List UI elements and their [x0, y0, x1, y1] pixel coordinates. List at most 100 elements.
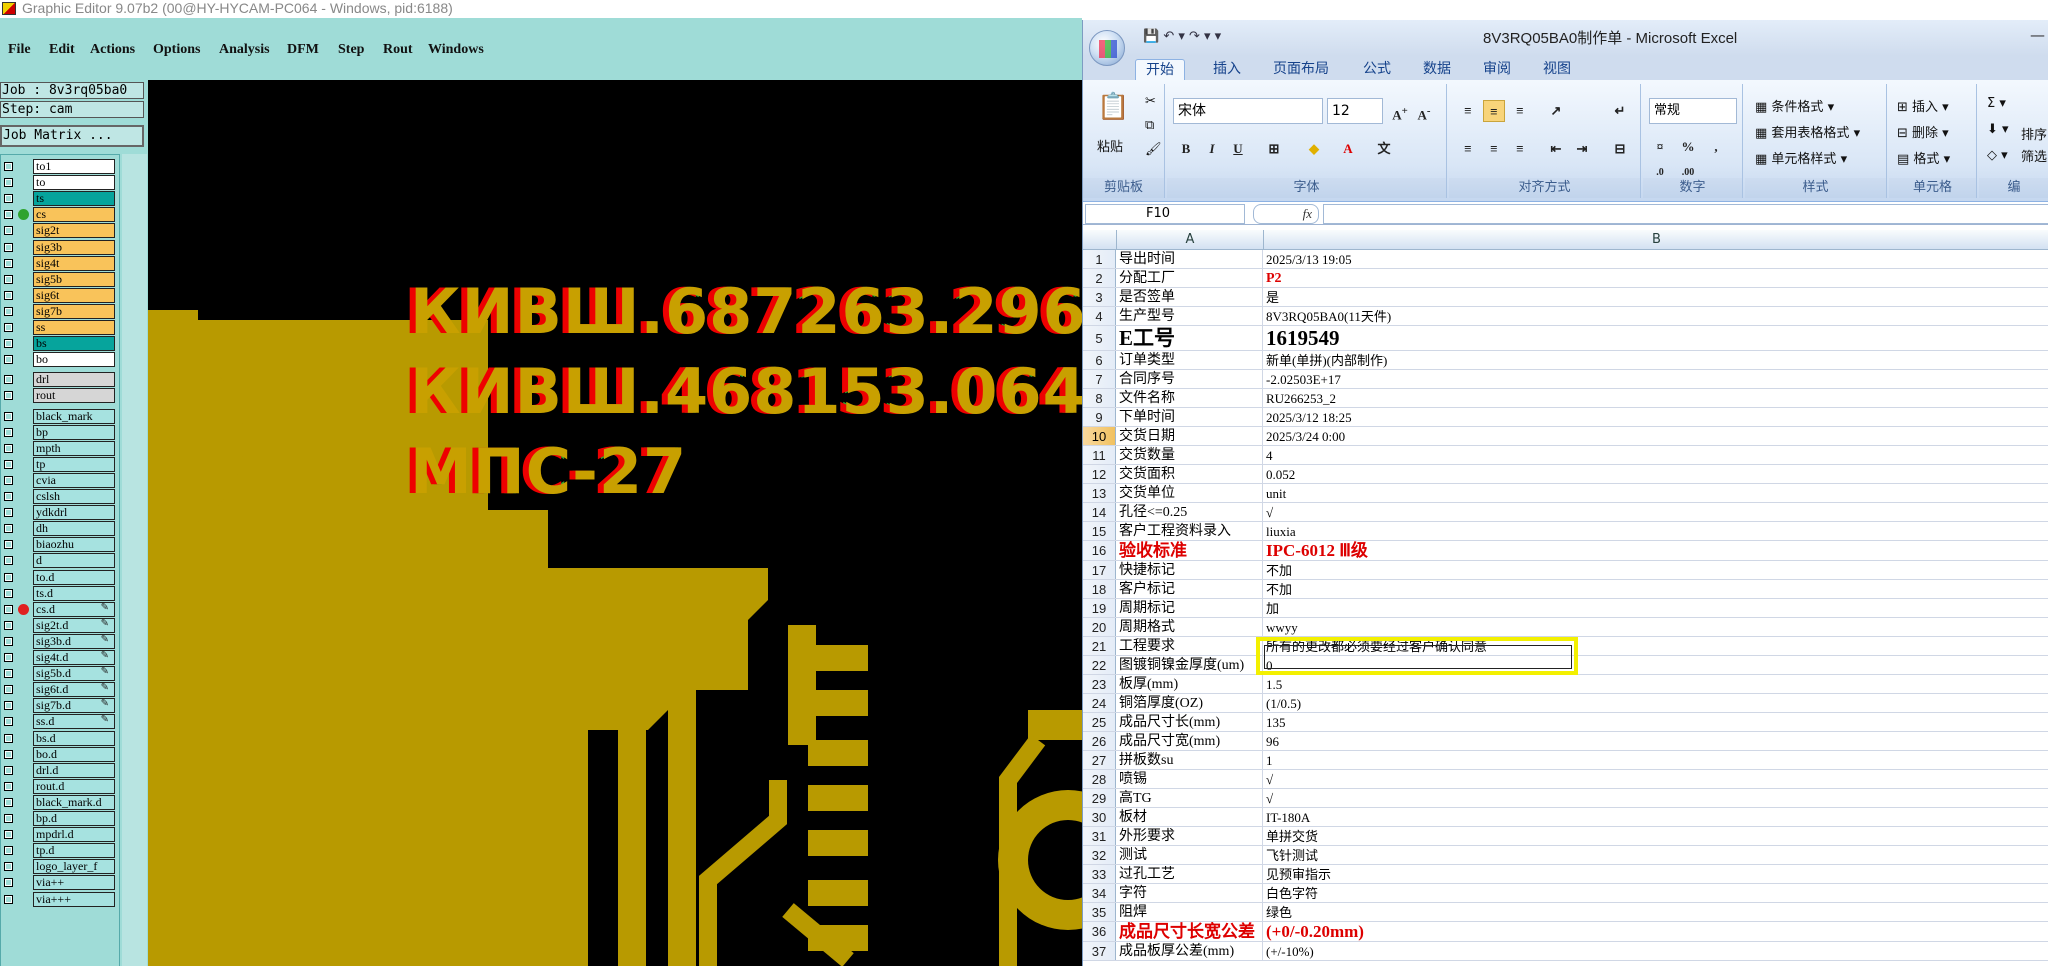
layer-row[interactable]: black_mark [1, 408, 119, 424]
layer-checkbox[interactable] [4, 830, 13, 840]
cell-b[interactable]: 新单(单拼)(内部制作) [1264, 351, 2048, 369]
menu-rout[interactable]: Rout [383, 42, 413, 58]
layer-row[interactable]: bp [1, 424, 119, 440]
cell-a[interactable]: 导出时间 [1117, 250, 1263, 268]
row-header[interactable]: 10 [1083, 427, 1116, 445]
paste-icon[interactable]: 📋 [1097, 92, 1129, 122]
align-left-icon[interactable]: ≡ [1457, 138, 1479, 160]
merge-icon[interactable]: ⊟ [1609, 138, 1631, 160]
comma-icon[interactable]: , [1705, 136, 1727, 158]
cell-a[interactable]: 成品板厚公差(mm) [1117, 942, 1263, 960]
cell-b[interactable]: 2025/3/13 19:05 [1264, 250, 2048, 268]
row-header[interactable]: 19 [1083, 599, 1116, 617]
layer-checkbox[interactable] [4, 524, 13, 534]
layer-name[interactable]: mpth [33, 440, 115, 456]
conditional-format-button[interactable]: ▦ 条件格式 ▾ [1755, 96, 1834, 115]
row-header[interactable]: 33 [1083, 865, 1116, 883]
layer-name[interactable]: rout [33, 388, 115, 404]
cell-a[interactable]: 交货日期 [1117, 427, 1263, 445]
layer-checkbox[interactable] [4, 323, 13, 332]
layer-name[interactable]: dh [33, 521, 115, 537]
cell-a[interactable]: 外形要求 [1117, 827, 1263, 845]
office-button-icon[interactable] [1089, 30, 1125, 66]
fill-icon[interactable]: ⬇ ▾ [1987, 122, 2009, 137]
cell-a[interactable]: 喷锡 [1117, 770, 1263, 788]
number-format-select[interactable]: 常规 [1649, 98, 1737, 124]
layer-name[interactable]: sig2t [33, 223, 115, 239]
layer-name[interactable]: cslsh [33, 489, 115, 504]
layer-checkbox[interactable] [4, 653, 13, 662]
align-right-icon[interactable]: ≡ [1509, 138, 1531, 160]
cell-b[interactable]: IPC-6012 Ⅲ级 [1264, 541, 2048, 560]
sort-button[interactable]: 排序 [2021, 124, 2047, 143]
layer-name[interactable]: bo [33, 352, 115, 368]
layer-row[interactable]: cs.d ✎ [1, 601, 119, 617]
layer-checkbox[interactable] [4, 685, 13, 695]
fill-color-icon[interactable]: ◆ [1303, 138, 1325, 160]
cell-a[interactable]: 生产型号 [1117, 307, 1263, 325]
font-size-select[interactable]: 12 [1327, 98, 1383, 124]
layer-row[interactable]: mpth [1, 440, 119, 456]
tab-home[interactable]: 开始 [1135, 59, 1185, 80]
layer-row[interactable]: sig4t [1, 255, 119, 271]
cell-b[interactable]: 1619549 [1264, 326, 2048, 350]
window-controls-icon[interactable]: — [2030, 26, 2045, 44]
cell-a[interactable]: 客户工程资料录入 [1117, 522, 1263, 540]
layer-checkbox[interactable] [4, 427, 13, 437]
cell-a[interactable]: 合同序号 [1117, 370, 1263, 388]
format-as-table-button[interactable]: ▦ 套用表格格式 ▾ [1755, 122, 1860, 141]
layer-row[interactable]: drl [1, 372, 119, 388]
tab-page-layout[interactable]: 页面布局 [1263, 59, 1339, 80]
layer-name[interactable]: tp [33, 456, 115, 472]
menu-edit[interactable]: Edit [49, 42, 75, 58]
row-header[interactable]: 25 [1083, 713, 1116, 731]
cell-a[interactable]: 阻焊 [1117, 903, 1263, 921]
cell-b[interactable]: liuxia [1264, 522, 2048, 540]
cell-b[interactable]: 2025/3/24 0:00 [1264, 427, 2048, 445]
row-header[interactable]: 13 [1083, 484, 1116, 502]
layer-checkbox[interactable] [4, 588, 13, 598]
cell-a[interactable]: 过孔工艺 [1117, 865, 1263, 883]
layer-checkbox[interactable] [4, 508, 13, 518]
layer-row[interactable]: mpdrl.d [1, 827, 119, 843]
column-header-b[interactable]: B [1264, 230, 2048, 250]
layer-row[interactable]: tp.d [1, 843, 119, 859]
cell-styles-button[interactable]: ▦ 单元格样式 ▾ [1755, 148, 1847, 167]
layer-name[interactable]: via++ [33, 875, 115, 891]
row-header[interactable]: 24 [1083, 694, 1116, 712]
cell-a[interactable]: 图镀铜镍金厚度(um) [1117, 656, 1263, 674]
row-header[interactable]: 2 [1083, 269, 1116, 287]
worksheet-grid[interactable]: A B 1 导出时间 2025/3/13 19:05 2 分配工厂 P2 3 是否签单是 4 生产… [1083, 230, 2048, 966]
layer-name[interactable]: ydkdrl [33, 505, 115, 521]
layer-row[interactable]: sig5b [1, 271, 119, 287]
layer-row[interactable]: ss [1, 320, 119, 335]
cell-b[interactable]: 是 [1264, 288, 2048, 306]
row-header[interactable]: 30 [1083, 808, 1116, 826]
layer-row[interactable]: rout [1, 388, 119, 404]
paste-button[interactable]: 粘贴 [1097, 136, 1123, 155]
menu-dfm[interactable]: DFM [287, 42, 319, 58]
cell-a[interactable]: 周期格式 [1117, 618, 1263, 636]
layer-name[interactable]: to1 [33, 159, 115, 174]
layer-checkbox[interactable] [4, 210, 13, 220]
graphic-canvas[interactable]: КИВШ.687263.296 3 КИВШ.468153.064 МПС-27 [148, 80, 1082, 966]
cell-b[interactable]: 1 [1264, 751, 2048, 769]
layer-name[interactable]: sig3b [33, 239, 115, 255]
layer-row[interactable]: dh [1, 521, 119, 537]
layer-checkbox[interactable] [4, 162, 13, 171]
cell-b[interactable]: (+0/-0.20mm) [1264, 922, 2048, 941]
layer-row[interactable]: ts.d [1, 585, 119, 601]
layer-row[interactable]: via+++ [1, 891, 119, 907]
layer-row[interactable]: d [1, 553, 119, 569]
layer-checkbox[interactable] [4, 636, 13, 646]
row-header[interactable]: 26 [1083, 732, 1116, 750]
layer-checkbox[interactable] [4, 846, 13, 856]
cell-b[interactable]: 飞针测试 [1264, 846, 2048, 864]
layer-row[interactable]: logo_layer_f [1, 859, 119, 875]
tab-review[interactable]: 审阅 [1473, 59, 1521, 80]
layer-checkbox[interactable] [4, 178, 13, 188]
layer-row[interactable]: ydkdrl [1, 505, 119, 521]
layer-row[interactable]: bo [1, 352, 119, 368]
cell-a[interactable]: 客户标记 [1117, 580, 1263, 598]
filter-button[interactable]: 筛选 [2021, 146, 2047, 165]
